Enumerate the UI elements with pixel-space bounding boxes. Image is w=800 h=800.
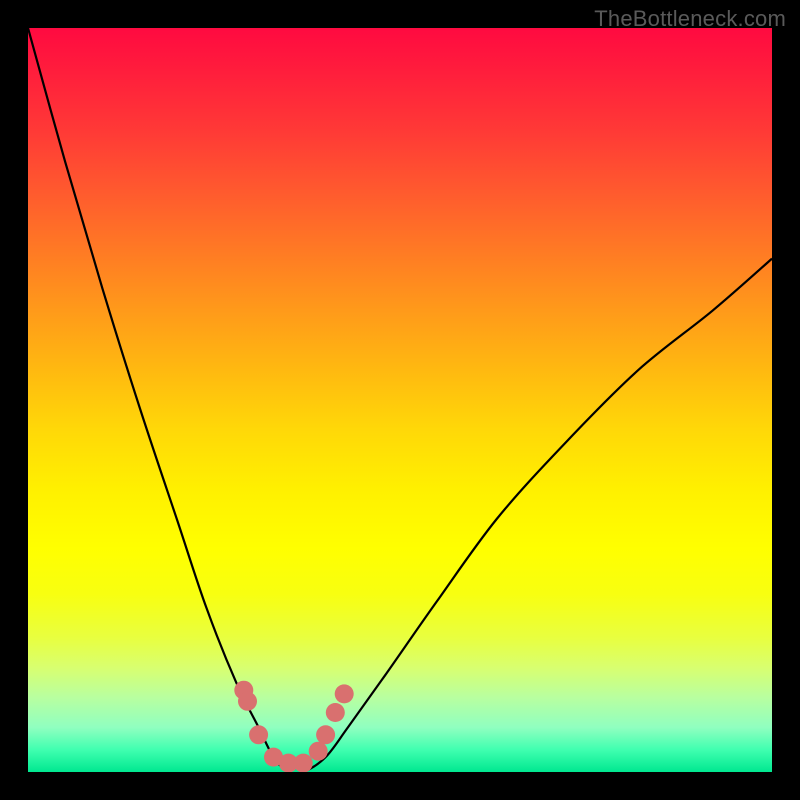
- marker-dot: [294, 754, 313, 772]
- marker-dots: [234, 681, 353, 772]
- watermark: TheBottleneck.com: [594, 6, 786, 32]
- plot-area: [28, 28, 772, 772]
- marker-dot: [249, 725, 268, 744]
- marker-dot: [326, 703, 345, 722]
- marker-dot: [335, 684, 354, 703]
- chart-frame: TheBottleneck.com: [0, 0, 800, 800]
- marker-dot: [309, 742, 328, 761]
- marker-dot: [238, 692, 257, 711]
- bottleneck-curve: [28, 28, 772, 772]
- marker-dot: [316, 725, 335, 744]
